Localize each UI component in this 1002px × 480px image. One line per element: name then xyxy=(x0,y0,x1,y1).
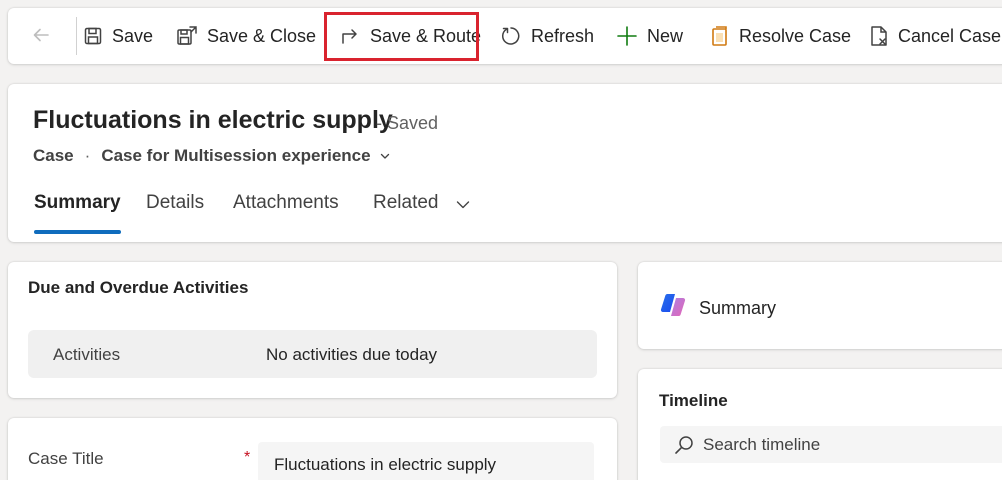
plus-icon xyxy=(617,26,637,46)
timeline-card: Timeline Search timeline xyxy=(638,369,1002,480)
record-entity-line: Case · Case for Multisession experience xyxy=(33,146,391,166)
activities-label: Activities xyxy=(53,345,121,364)
case-title-input[interactable]: Fluctuations in electric supply xyxy=(258,442,594,480)
timeline-search-placeholder: Search timeline xyxy=(703,435,821,454)
entity-separator: · xyxy=(84,146,91,165)
record-header: Fluctuations in electric supply - Saved … xyxy=(8,84,1002,242)
save-button[interactable]: Save xyxy=(83,25,153,47)
activities-value: No activities due today xyxy=(266,345,438,364)
cancel-case-icon xyxy=(871,26,887,46)
save-close-icon xyxy=(177,26,197,45)
activities-card-title: Due and Overdue Activities xyxy=(28,278,249,297)
tab-summary[interactable]: Summary xyxy=(34,192,121,214)
new-button[interactable]: New xyxy=(616,25,683,47)
copilot-summary-card[interactable]: Summary xyxy=(638,262,1002,349)
required-indicator: * xyxy=(244,449,251,466)
copilot-icon xyxy=(660,294,686,316)
command-bar: Save Save & Close Save & Route Refresh N… xyxy=(8,8,1002,64)
timeline-title: Timeline xyxy=(659,391,728,410)
resolve-case-button[interactable]: Resolve Case xyxy=(710,25,851,47)
refresh-label: Refresh xyxy=(531,25,595,46)
cancel-case-label: Cancel Case xyxy=(898,25,1002,46)
related-chevron-down-icon[interactable] xyxy=(455,197,471,213)
timeline-search-input[interactable]: Search timeline xyxy=(660,426,1002,463)
save-close-label: Save & Close xyxy=(207,25,317,46)
form-name: Case for Multisession experience xyxy=(101,146,371,165)
active-tab-indicator xyxy=(34,230,121,234)
cancel-case-button[interactable]: Cancel Case xyxy=(869,25,1001,47)
resolve-case-icon xyxy=(712,26,727,46)
arrow-left-icon xyxy=(33,28,49,42)
entity-name: Case xyxy=(33,146,74,165)
activities-row: Activities No activities due today xyxy=(28,330,597,378)
case-title-value: Fluctuations in electric supply xyxy=(274,455,497,474)
save-route-highlight xyxy=(324,12,479,61)
search-icon xyxy=(675,436,693,454)
save-close-button[interactable]: Save & Close xyxy=(176,25,316,47)
floppy-disk-icon xyxy=(84,27,102,45)
case-details-card: Case Title * Fluctuations in electric su… xyxy=(8,418,617,480)
refresh-icon xyxy=(502,27,520,45)
tab-details[interactable]: Details xyxy=(146,192,204,214)
refresh-button[interactable]: Refresh xyxy=(500,25,594,47)
save-label: Save xyxy=(112,25,154,46)
resolve-case-label: Resolve Case xyxy=(739,25,852,46)
activities-card: Due and Overdue Activities Activities No… xyxy=(8,262,617,398)
copilot-summary-label: Summary xyxy=(699,298,777,318)
chevron-down-icon xyxy=(380,153,389,159)
form-selector[interactable]: Case for Multisession experience xyxy=(101,146,390,166)
record-save-status: - Saved xyxy=(376,113,439,133)
record-title: Fluctuations in electric supply xyxy=(33,106,393,134)
toolbar-divider xyxy=(76,17,77,55)
tab-related[interactable]: Related xyxy=(373,192,439,214)
tab-attachments[interactable]: Attachments xyxy=(233,192,339,214)
case-title-label: Case Title xyxy=(28,449,104,468)
back-button[interactable] xyxy=(30,24,52,46)
new-label: New xyxy=(647,25,684,46)
